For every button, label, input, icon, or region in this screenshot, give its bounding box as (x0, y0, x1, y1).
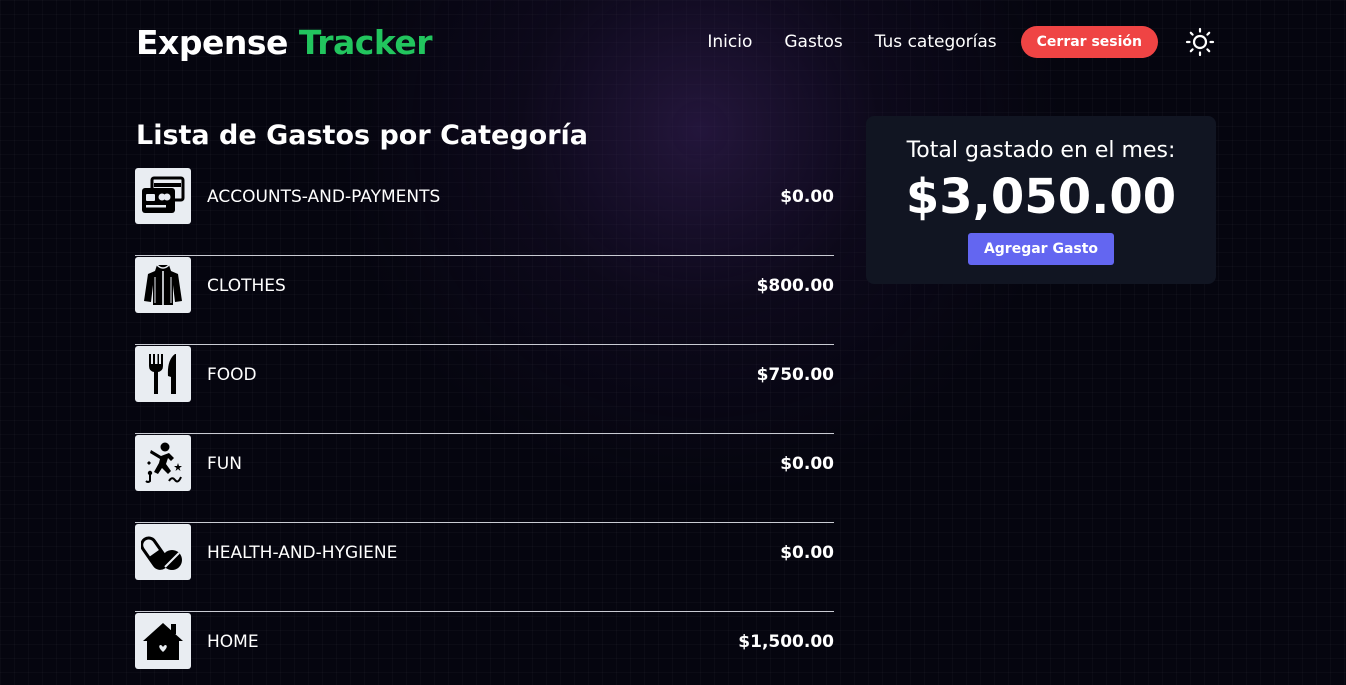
category-list: ACCOUNTS-AND-PAYMENTS $0.00 CLOTHES $800… (135, 167, 834, 685)
category-amount: $800.00 (756, 276, 834, 296)
category-icon-box (135, 435, 191, 491)
list-item[interactable]: FUN $0.00 (135, 434, 834, 523)
app-logo[interactable]: Expense Tracker (136, 22, 433, 62)
category-icon-box (135, 346, 191, 402)
add-expense-button[interactable]: Agregar Gasto (967, 233, 1115, 265)
jacket-icon (144, 264, 182, 305)
category-icon-box (135, 524, 191, 580)
nav-item-gastos[interactable]: Gastos (784, 32, 842, 52)
list-item[interactable]: HEALTH-AND-HYGIENE $0.00 (135, 523, 834, 612)
main-nav: Inicio Gastos Tus categorías Cerrar sesi… (707, 26, 1216, 58)
list-item[interactable]: HOME $1,500.00 (135, 612, 834, 685)
category-amount: $0.00 (780, 543, 834, 563)
credit-cards-icon (142, 176, 185, 213)
sun-icon (1185, 27, 1215, 57)
category-name: ACCOUNTS-AND-PAYMENTS (207, 187, 441, 207)
fork-knife-icon (149, 354, 176, 394)
category-amount: $0.00 (780, 454, 834, 474)
category-name: FOOD (207, 365, 257, 385)
top-header: Expense Tracker Inicio Gastos Tus catego… (136, 22, 1216, 62)
dancing-person-icon (145, 442, 182, 483)
category-name: HEALTH-AND-HYGIENE (207, 543, 398, 563)
category-name: HOME (207, 632, 259, 652)
list-item[interactable]: CLOTHES $800.00 (135, 256, 834, 345)
category-amount: $750.00 (756, 365, 834, 385)
category-icon-box (135, 257, 191, 313)
brand-part-1: Expense (136, 22, 288, 62)
category-amount: $0.00 (780, 187, 834, 207)
category-icon-box (135, 613, 191, 669)
page-title: Lista de Gastos por Categoría (136, 120, 588, 151)
category-name: FUN (207, 454, 242, 474)
nav-item-categorias[interactable]: Tus categorías (875, 32, 997, 52)
nav-item-inicio[interactable]: Inicio (707, 32, 752, 52)
monthly-total: $3,050.00 (905, 169, 1177, 225)
house-icon (143, 623, 183, 660)
brand-part-2: Tracker (298, 22, 433, 62)
list-item[interactable]: FOOD $750.00 (135, 345, 834, 434)
logout-button[interactable]: Cerrar sesión (1020, 26, 1158, 58)
list-item[interactable]: ACCOUNTS-AND-PAYMENTS $0.00 (135, 167, 834, 256)
category-icon-box (135, 168, 191, 224)
monthly-summary-card: Total gastado en el mes: $3,050.00 Agreg… (866, 116, 1216, 284)
theme-toggle-button[interactable] (1184, 26, 1216, 58)
category-name: CLOTHES (207, 276, 286, 296)
pills-icon (141, 536, 182, 570)
summary-label: Total gastado en el mes: (906, 138, 1176, 163)
category-amount: $1,500.00 (738, 632, 834, 652)
